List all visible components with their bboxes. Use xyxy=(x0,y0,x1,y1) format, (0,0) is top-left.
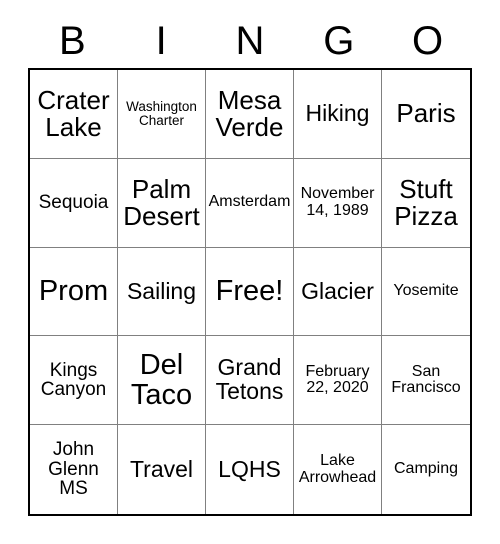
bingo-cell-label: Sequoia xyxy=(38,191,109,213)
bingo-cell[interactable]: Lake Arrowhead xyxy=(294,425,382,514)
bingo-cell[interactable]: Paris xyxy=(382,70,470,159)
bingo-cell[interactable]: San Francisco xyxy=(382,336,470,426)
bingo-cell-label: Prom xyxy=(38,275,109,308)
bingo-cell[interactable]: Hiking xyxy=(294,70,382,159)
bingo-cell[interactable]: LQHS xyxy=(206,425,294,514)
bingo-cell-label: Palm Desert xyxy=(123,173,200,231)
bingo-cell-label: San Francisco xyxy=(391,362,461,397)
bingo-cell[interactable]: Crater Lake xyxy=(30,70,118,159)
bingo-cell-label: Crater Lake xyxy=(37,84,110,142)
bingo-cell[interactable]: Glacier xyxy=(294,247,382,337)
bingo-cell[interactable]: Stuft Pizza xyxy=(382,158,470,248)
bingo-cell-free[interactable]: Free! xyxy=(206,247,294,337)
header-letter-n: N xyxy=(235,19,265,63)
bingo-cell[interactable]: Yosemite xyxy=(382,247,470,337)
bingo-grid: Crater Lake Washington Charter Mesa Verd… xyxy=(28,68,472,516)
bingo-cell-label: November 14, 1989 xyxy=(300,185,375,219)
bingo-cell[interactable]: Amsterdam xyxy=(206,158,294,248)
bingo-cell[interactable]: Palm Desert xyxy=(118,158,206,248)
bingo-cell-label: Mesa Verde xyxy=(215,84,284,142)
bingo-cell-label: Travel xyxy=(129,455,194,482)
bingo-cell-label: Sailing xyxy=(126,277,197,304)
header-letter-i: I xyxy=(155,19,167,63)
bingo-cell[interactable]: John Glenn MS xyxy=(30,425,118,514)
bingo-cell-label: Washington Charter xyxy=(126,98,197,128)
bingo-cell-label: Camping xyxy=(393,460,459,478)
bingo-cell-label: John Glenn MS xyxy=(48,438,99,500)
bingo-cell-label: Lake Arrowhead xyxy=(298,451,377,486)
bingo-free-label: Free! xyxy=(215,275,284,308)
bingo-cell[interactable]: Prom xyxy=(30,247,118,337)
bingo-cell-label: Del Taco xyxy=(130,349,193,412)
bingo-cell-label: Amsterdam xyxy=(208,193,291,211)
bingo-cell-label: LQHS xyxy=(218,455,281,482)
bingo-cell-label: Hiking xyxy=(305,99,370,126)
header-letter-g: G xyxy=(323,19,355,63)
bingo-cell-label: February 22, 2020 xyxy=(305,362,370,397)
bingo-cell[interactable]: Sequoia xyxy=(30,158,118,248)
header-letter-o: O xyxy=(412,19,444,63)
bingo-cell[interactable]: Camping xyxy=(382,425,470,514)
bingo-cell[interactable]: November 14, 1989 xyxy=(294,158,382,248)
bingo-header: B I N G O xyxy=(28,14,472,68)
bingo-cell[interactable]: Travel xyxy=(118,425,206,514)
bingo-cell-label: Yosemite xyxy=(393,282,459,300)
bingo-cell-label: Glacier xyxy=(301,277,374,304)
bingo-cell[interactable]: Grand Tetons xyxy=(206,336,294,426)
bingo-cell-label: Paris xyxy=(396,98,456,129)
bingo-cell[interactable]: Kings Canyon xyxy=(30,336,118,426)
bingo-card: B I N G O Crater Lake Washington Charter… xyxy=(0,0,500,544)
bingo-cell-label: Kings Canyon xyxy=(40,359,107,401)
bingo-cell-label: Grand Tetons xyxy=(215,354,284,405)
header-letter-b: B xyxy=(59,19,86,63)
bingo-cell[interactable]: Sailing xyxy=(118,247,206,337)
bingo-cell[interactable]: February 22, 2020 xyxy=(294,336,382,426)
bingo-cell-label: Stuft Pizza xyxy=(394,173,458,231)
bingo-cell[interactable]: Del Taco xyxy=(118,336,206,426)
bingo-cell[interactable]: Washington Charter xyxy=(118,70,206,159)
bingo-cell[interactable]: Mesa Verde xyxy=(206,70,294,159)
